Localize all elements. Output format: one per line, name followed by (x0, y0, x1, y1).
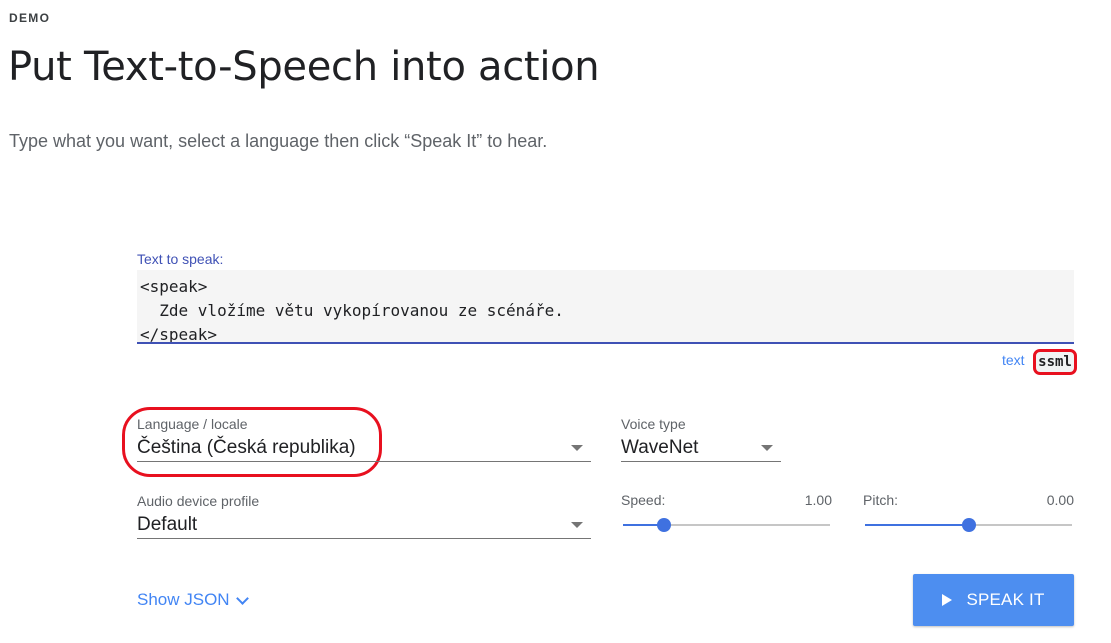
pitch-value: 0.00 (1046, 492, 1074, 508)
audio-profile-label: Audio device profile (137, 493, 260, 509)
speed-track[interactable] (623, 518, 830, 532)
mode-ssml-option[interactable]: ssml (1033, 349, 1077, 375)
speed-value: 1.00 (804, 492, 832, 508)
speed-thumb[interactable] (657, 518, 672, 532)
voice-type-label: Voice type (621, 416, 686, 432)
pitch-thumb[interactable] (961, 518, 976, 532)
pitch-slider[interactable]: Pitch: 0.00 (863, 492, 1074, 537)
mode-text-option[interactable]: text (1002, 352, 1025, 368)
page-subtitle: Type what you want, select a language th… (9, 131, 548, 151)
voice-type-value-row[interactable]: WaveNet (621, 434, 781, 462)
language-select-value-row[interactable]: Čeština (Česká republika) (137, 434, 591, 462)
play-icon (942, 594, 953, 606)
language-label: Language / locale (137, 416, 248, 432)
speak-it-label: SPEAK IT (966, 590, 1045, 609)
eyebrow-label: DEMO (9, 11, 51, 25)
chevron-down-icon (235, 591, 249, 605)
language-select[interactable]: Language / locale Čeština (Česká republi… (137, 416, 591, 466)
speed-label: Speed: (621, 492, 666, 508)
text-to-speak-input[interactable]: <speak> Zde vložíme větu vykopírovanou z… (137, 270, 1074, 344)
pitch-label: Pitch: (863, 492, 899, 508)
audio-profile-select[interactable]: Audio device profile Default (137, 493, 591, 545)
show-json-link[interactable]: Show JSON (137, 590, 249, 610)
show-json-label: Show JSON (137, 590, 230, 609)
pitch-track[interactable] (865, 518, 1072, 532)
caret-down-icon[interactable] (571, 444, 583, 451)
pitch-fill (865, 524, 969, 526)
voice-type-value: WaveNet (621, 436, 699, 458)
caret-down-icon[interactable] (761, 444, 773, 451)
speed-slider[interactable]: Speed: 1.00 (621, 492, 832, 537)
audio-profile-value: Default (137, 513, 198, 535)
audio-profile-value-row[interactable]: Default (137, 511, 591, 539)
text-to-speak-label: Text to speak: (137, 251, 224, 267)
voice-type-select[interactable]: Voice type WaveNet (621, 416, 781, 466)
caret-down-icon[interactable] (571, 521, 583, 528)
page-title: Put Text-to-Speech into action (8, 44, 600, 90)
language-value: Čeština (Česká republika) (137, 436, 356, 458)
speak-it-button[interactable]: SPEAK IT (913, 574, 1074, 626)
